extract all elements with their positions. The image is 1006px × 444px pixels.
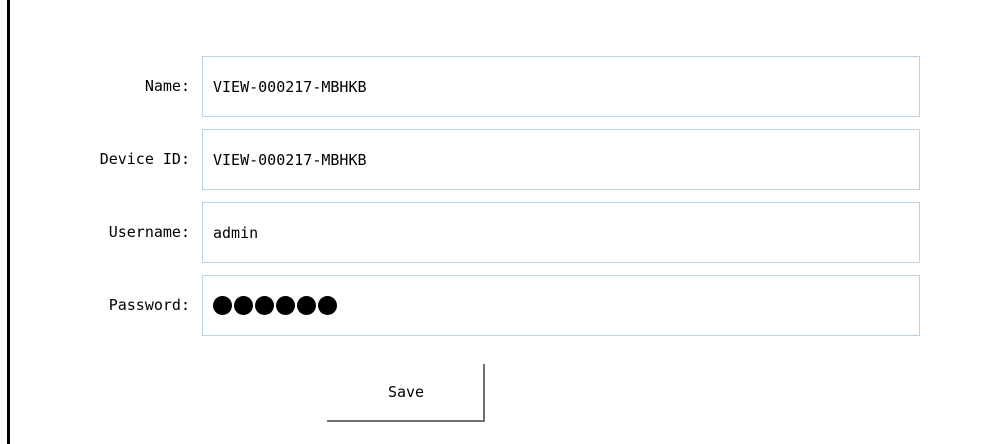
username-field[interactable] <box>203 203 919 262</box>
password-dot <box>318 296 337 315</box>
password-dot <box>255 296 274 315</box>
device-id-label: Device ID: <box>99 150 190 168</box>
name-label: Name: <box>144 77 190 95</box>
name-row: Name: <box>0 56 1006 117</box>
device-id-field-box <box>202 129 920 190</box>
password-field[interactable] <box>202 275 920 336</box>
username-field-box <box>202 202 920 263</box>
device-id-row: Device ID: <box>0 129 1006 190</box>
password-mask <box>213 276 337 335</box>
password-dot <box>297 296 316 315</box>
password-label: Password: <box>108 296 190 314</box>
password-dot <box>234 296 253 315</box>
password-dot <box>276 296 295 315</box>
password-dot <box>213 296 232 315</box>
device-id-field[interactable] <box>203 130 919 189</box>
name-field[interactable] <box>203 57 919 116</box>
username-label: Username: <box>108 223 190 241</box>
save-button[interactable]: Save <box>327 364 485 422</box>
username-row: Username: <box>0 202 1006 263</box>
name-field-box <box>202 56 920 117</box>
password-row: Password: <box>0 275 1006 336</box>
